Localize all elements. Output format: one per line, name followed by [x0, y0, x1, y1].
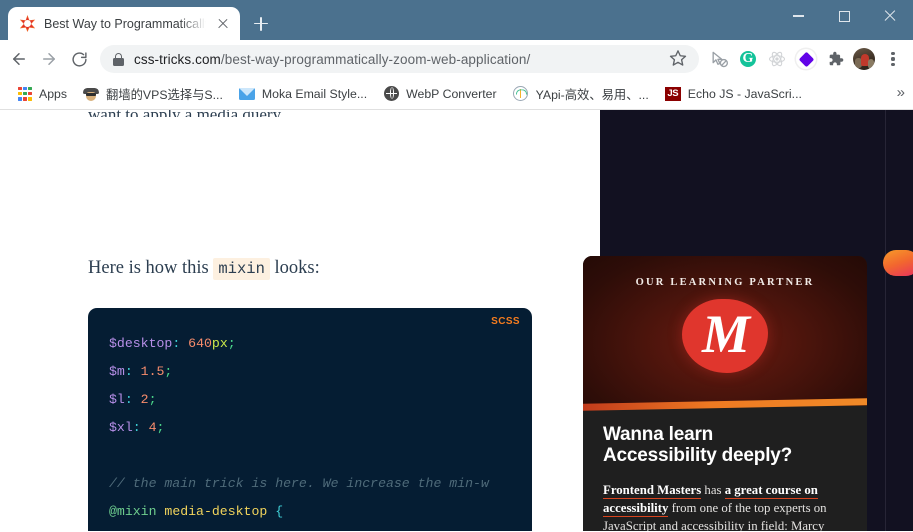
window-controls: [775, 0, 913, 40]
code-content[interactable]: $desktop: 640px; $m: 1.5; $l: 2; $xl: 4;…: [109, 330, 532, 531]
ad-copy-has: has: [701, 482, 725, 497]
bookmark-label: YApi-高效、易用、...: [535, 87, 649, 102]
back-button[interactable]: [4, 44, 34, 74]
bookmark-label: 翻墙的VPS选择与S...: [106, 87, 223, 102]
browser-tab[interactable]: Best Way to Programmatically: [8, 7, 240, 40]
code-language-badge: SCSS: [491, 316, 520, 327]
clipped-paragraph-above: want to apply a media query.: [88, 110, 508, 117]
url-host: css-tricks.com: [134, 51, 221, 67]
page-viewport: want to apply a media query. Here is how…: [0, 110, 913, 531]
article-column: want to apply a media query. Here is how…: [0, 110, 600, 531]
bookmark-webp-converter[interactable]: WebP Converter: [375, 83, 504, 105]
url-path: /best-way-programmatically-zoom-web-appl…: [220, 51, 531, 67]
navigation-toolbar: css-tricks.com/best-way-programmatically…: [0, 40, 913, 78]
bookmark-star-icon[interactable]: [669, 49, 689, 69]
grammarly-icon[interactable]: G: [734, 45, 762, 73]
chrome-menu-icon[interactable]: [879, 45, 907, 73]
paragraph-text-after: looks:: [269, 258, 320, 278]
bookmark-echo-js[interactable]: JS Echo JS - JavaScri...: [657, 83, 810, 105]
lock-icon: [113, 52, 124, 66]
extensions-puzzle-icon[interactable]: [821, 45, 849, 73]
bookmarks-bar: Apps 翻墙的VPS选择与S... Moka Email Style... W…: [0, 78, 913, 110]
ad-copy: Frontend Masters has a great course on a…: [603, 481, 847, 531]
ad-kicker: OUR LEARNING PARTNER: [635, 277, 815, 288]
scroll-divider-line: [885, 110, 886, 531]
bookmark-vps[interactable]: 翻墙的VPS选择与S...: [75, 82, 231, 106]
bookmark-yapi[interactable]: YApi-高效、易用、...: [505, 82, 657, 106]
sidebar-ad[interactable]: OUR LEARNING PARTNER M Wanna learn Acces…: [583, 256, 867, 531]
ad-headline-line1: Wanna learn: [603, 424, 714, 445]
tab-close-icon[interactable]: [214, 15, 232, 33]
browser-window: Best Way to Programmatically css-tricks.…: [0, 0, 913, 532]
window-minimize-button[interactable]: [775, 0, 821, 32]
intro-paragraph: Here is how this mixin looks:: [88, 258, 320, 280]
frontend-masters-m-logo: M: [682, 299, 768, 373]
reload-button[interactable]: [64, 44, 94, 74]
apps-grid-icon: [18, 86, 32, 101]
ad-body: Wanna learn Accessibility deeply? Fronte…: [583, 406, 867, 531]
url-text: css-tricks.com/best-way-programmatically…: [134, 52, 661, 67]
vps-icon: [83, 86, 100, 102]
new-tab-button[interactable]: [246, 9, 276, 37]
tab-strip: Best Way to Programmatically: [0, 0, 913, 40]
purple-diamond-extension-icon[interactable]: [792, 45, 820, 73]
bookmarks-overflow-icon[interactable]: »: [897, 85, 905, 101]
react-devtools-icon[interactable]: [763, 45, 791, 73]
webp-globe-icon: [383, 86, 399, 102]
bookmark-apps[interactable]: Apps: [10, 84, 75, 104]
floating-pill-button[interactable]: [883, 250, 913, 276]
css-tricks-star-icon: [19, 15, 36, 32]
scrollbar-track[interactable]: [898, 110, 913, 531]
mail-icon: [238, 86, 255, 102]
ad-banner-top: OUR LEARNING PARTNER M: [583, 256, 867, 406]
three-dots: [885, 51, 901, 67]
profile-avatar[interactable]: [850, 45, 878, 73]
window-close-button[interactable]: [867, 0, 913, 32]
bookmark-label: Moka Email Style...: [261, 86, 368, 101]
js-icon: JS: [664, 86, 681, 102]
window-maximize-button[interactable]: [821, 0, 867, 32]
bookmark-label: Apps: [39, 86, 68, 101]
inline-code-mixin: mixin: [213, 258, 270, 280]
grammarly-g-letter: G: [738, 49, 758, 69]
ad-headline-line2: Accessibility deeply?: [603, 445, 793, 467]
code-block: SCSS $desktop: 640px; $m: 1.5; $l: 2; $x…: [88, 308, 532, 531]
tab-title: Best Way to Programmatically: [44, 16, 206, 31]
bookmark-label: WebP Converter: [406, 86, 497, 101]
ad-headline: Wanna learn Accessibility deeply?: [603, 424, 847, 467]
cursor-block-icon[interactable]: [705, 45, 733, 73]
yapi-icon: [513, 86, 529, 102]
address-bar[interactable]: css-tricks.com/best-way-programmatically…: [100, 45, 699, 73]
diamond-shape: [796, 49, 816, 69]
ad-link-frontend-masters[interactable]: Frontend Masters: [603, 482, 702, 499]
paragraph-text-before: Here is how this: [88, 258, 214, 278]
bookmark-label: Echo JS - JavaScri...: [687, 86, 802, 101]
forward-button[interactable]: [34, 44, 64, 74]
avatar-image: [853, 48, 875, 70]
bookmark-moka-email[interactable]: Moka Email Style...: [231, 83, 375, 105]
